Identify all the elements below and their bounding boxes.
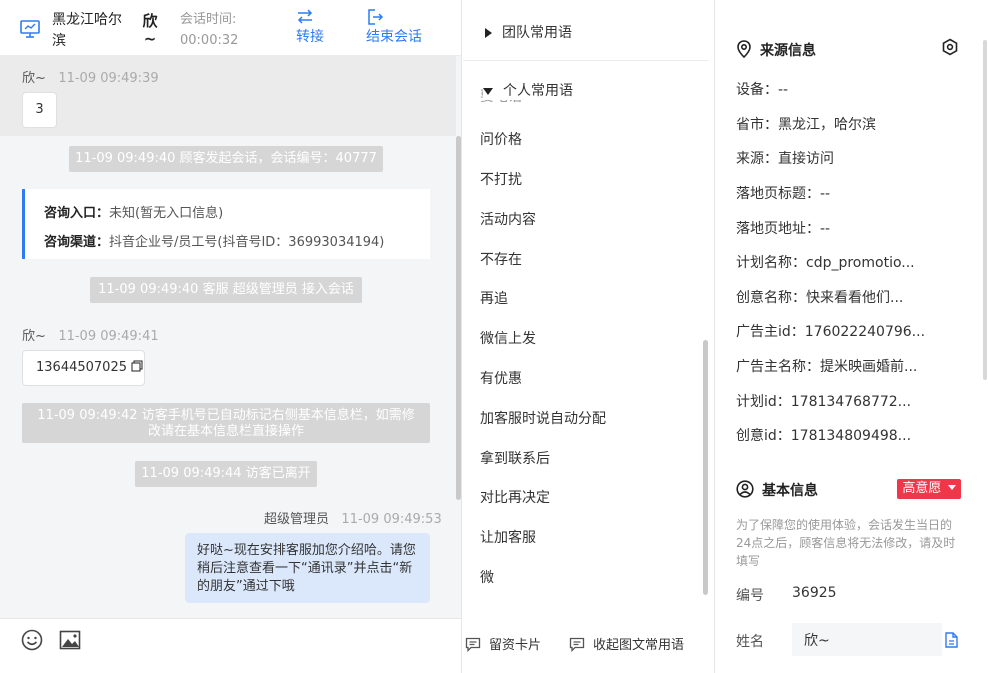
group-divider — [463, 60, 708, 61]
phrases-panel: 团队常用语 要电话 个人常用语 问价格 不打扰 活动内容 不存在 再追 微信上发… — [463, 0, 715, 673]
monitor-icon — [20, 20, 40, 38]
basic-info-label: 基本信息 — [762, 483, 818, 499]
team-phrases-label: 团队常用语 — [502, 25, 572, 41]
copy-icon[interactable] — [944, 632, 958, 648]
lead-card-button[interactable]: 留资卡片 — [465, 634, 541, 653]
phrase-item[interactable]: 微信上发 — [480, 328, 536, 348]
phrase-item[interactable]: 拿到联系后 — [480, 448, 550, 468]
transfer-button[interactable]: 转接 — [296, 8, 324, 48]
system-message: 11-09 09:49:42 访客手机号已自动标记右侧基本信息栏，如需修改请在基… — [22, 403, 430, 443]
message-sender: 超级管理员 — [264, 512, 330, 527]
transfer-label: 转接 — [296, 29, 324, 45]
outgoing-bubble: 好哒~现在安排客服加您介绍哈。请您稍后注意查看一下“通讯录”并点击“新的朋友”通… — [185, 533, 430, 603]
source-row-creative-name: 创意名称：快来看看他们... — [736, 290, 904, 306]
personal-phrases-group[interactable]: 个人常用语 — [483, 80, 714, 100]
message-icon — [569, 637, 585, 653]
source-info-label: 来源信息 — [760, 43, 816, 59]
collapse-arrow-icon — [483, 87, 493, 95]
copy-icon[interactable] — [131, 360, 143, 372]
card-icon — [465, 637, 481, 653]
collapse-phrases-label: 收起图文常用语 — [593, 638, 685, 653]
chat-panel: 黑龙江哈尔滨 欣~ 会话时间: 00:00:32 转接 结束会话 欣~ 11-0… — [0, 0, 462, 673]
source-row-landing-url: 落地页地址：-- — [736, 221, 831, 237]
team-phrases-group[interactable]: 团队常用语 — [485, 22, 714, 42]
system-message: 11-09 09:49:44 访客已离开 — [135, 461, 317, 487]
source-row-device: 设备：-- — [736, 82, 789, 98]
message-sender: 欣~ — [22, 329, 46, 344]
end-chat-label: 结束会话 — [366, 29, 422, 45]
message-sender: 欣~ — [22, 71, 46, 86]
source-row-landing-title: 落地页标题：-- — [736, 186, 831, 202]
message-time: 11-09 09:49:39 — [58, 71, 159, 86]
exit-icon — [368, 9, 384, 25]
transfer-icon — [297, 9, 313, 24]
session-time-value: 00:00:32 — [180, 33, 239, 48]
message-list[interactable]: 欣~ 11-09 09:49:39 3 11-09 09:49:40 顾客发起会… — [0, 56, 461, 618]
incoming-bubble: 3 — [22, 92, 57, 128]
dropdown-arrow-icon — [947, 485, 956, 490]
phrase-item[interactable]: 不存在 — [480, 249, 522, 269]
customer-scrollbar[interactable] — [983, 40, 987, 380]
visitor-name: 欣~ — [142, 12, 158, 48]
name-label: 姓名 — [736, 634, 764, 650]
phone-text: 13644507025 — [36, 360, 127, 375]
phrase-item[interactable]: 不打扰 — [480, 169, 522, 189]
source-row-creative-id: 创意id：178134809498... — [736, 428, 912, 444]
visitor-location: 黑龙江哈尔滨 — [52, 12, 122, 49]
phrase-item[interactable]: 活动内容 — [480, 209, 536, 229]
settings-icon[interactable] — [941, 38, 959, 56]
collapse-phrases-button[interactable]: 收起图文常用语 — [569, 634, 684, 653]
incoming-bubble[interactable]: 13644507025 — [22, 350, 145, 386]
channel-value: 抖音企业号/员工号(抖音号ID：36993034194) — [109, 235, 385, 250]
phrases-footer: 留资卡片 收起图文常用语 — [463, 618, 714, 673]
expand-arrow-icon — [485, 28, 492, 38]
edit-notice: 为了保障您的使用体验，会话发生当日的24点之后，顾客信息将无法修改，请及时填写 — [736, 518, 956, 568]
source-info-title: 来源信息 — [736, 40, 816, 60]
phrase-item[interactable]: 加客服时说自动分配 — [480, 408, 606, 428]
name-field[interactable] — [792, 623, 942, 656]
lead-card-label: 留资卡片 — [489, 638, 542, 653]
system-message: 11-09 09:49:40 客服 超级管理员 接入会话 — [90, 277, 362, 303]
input-toolbar — [0, 618, 461, 673]
phrase-item[interactable]: 再追 — [480, 288, 508, 308]
message-meta: 欣~ 11-09 09:49:39 — [22, 67, 159, 86]
intent-label: 高意愿 — [902, 481, 942, 496]
phrases-scrollbar[interactable] — [703, 340, 708, 595]
channel-key: 咨询渠道： — [44, 235, 110, 250]
source-row-plan-name: 计划名称：cdp_promotio... — [736, 255, 915, 271]
source-row-channel: 来源：直接访问 — [736, 151, 834, 167]
end-chat-button[interactable]: 结束会话 — [366, 8, 422, 48]
customer-info-panel: 来源信息 设备：-- 省市：黑龙江，哈尔滨 来源：直接访问 落地页标题：-- 落… — [716, 0, 988, 673]
phrase-item[interactable]: 问价格 — [480, 129, 522, 149]
source-row-advertiser-id: 广告主id：176022240796... — [736, 324, 926, 340]
system-message: 11-09 09:49:40 顾客发起会话，会话编号：40777 — [69, 146, 383, 172]
user-icon — [736, 480, 754, 498]
intent-dropdown[interactable]: 高意愿 — [897, 479, 961, 499]
message-time: 11-09 09:49:53 — [341, 512, 442, 527]
chat-header: 黑龙江哈尔滨 欣~ 会话时间: 00:00:32 转接 结束会话 — [0, 0, 461, 56]
message-meta: 超级管理员 11-09 09:49:53 — [264, 508, 442, 527]
message-meta: 欣~ 11-09 09:49:41 — [22, 325, 159, 344]
number-value: 36925 — [792, 585, 837, 601]
image-icon[interactable] — [59, 629, 81, 651]
session-time-label: 会话时间: — [180, 12, 237, 27]
phrase-item[interactable]: 有优惠 — [480, 368, 522, 388]
phrase-item[interactable]: 微 — [480, 567, 494, 587]
emoji-icon[interactable] — [21, 629, 43, 651]
location-pin-icon — [737, 40, 751, 59]
phrase-item[interactable]: 对比再决定 — [480, 487, 550, 507]
source-row-advertiser-name: 广告主名称：提米映画婚前... — [736, 359, 918, 375]
phrase-item[interactable]: 让加客服 — [480, 527, 536, 547]
source-row-region: 省市：黑龙江，哈尔滨 — [736, 117, 876, 133]
basic-info-title: 基本信息 — [736, 480, 818, 500]
chat-scrollbar[interactable] — [456, 136, 461, 500]
entry-value: 未知(暂无入口信息) — [109, 206, 224, 221]
source-row-plan-id: 计划id：178134768772... — [736, 394, 912, 410]
number-label: 编号 — [736, 588, 764, 604]
personal-phrases-label: 个人常用语 — [503, 83, 573, 99]
consult-info-card: 咨询入口：未知(暂无入口信息) 咨询渠道：抖音企业号/员工号(抖音号ID：369… — [22, 189, 430, 259]
entry-key: 咨询入口： — [44, 206, 110, 221]
message-time: 11-09 09:49:41 — [58, 329, 159, 344]
